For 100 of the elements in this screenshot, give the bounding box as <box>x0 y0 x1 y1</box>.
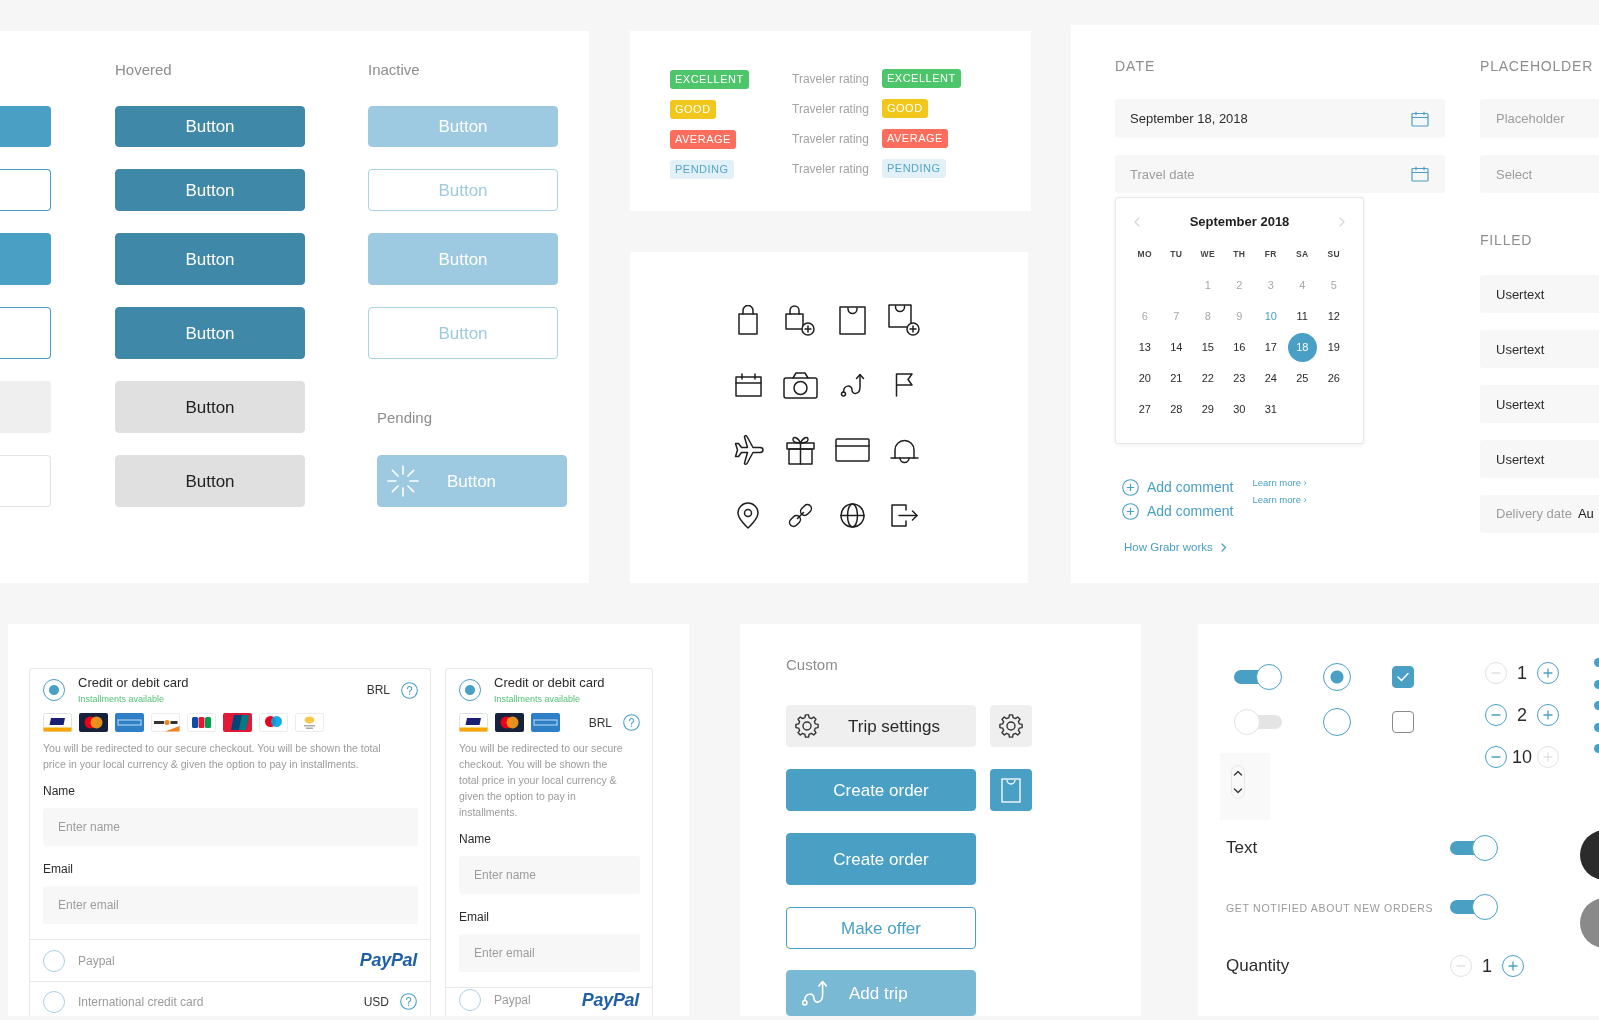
calendar-day[interactable]: 11 <box>1287 302 1317 331</box>
rating-badge: EXCELLENT <box>882 68 961 88</box>
input-field[interactable]: Enter name <box>43 808 418 846</box>
rating-badge: GOOD <box>670 100 716 119</box>
rating-badge: PENDING <box>670 160 734 179</box>
select-field[interactable]: Select <box>1480 155 1599 193</box>
calendar-day[interactable]: 25 <box>1287 364 1317 393</box>
credit-card-icon <box>834 438 870 463</box>
calendar-day[interactable]: 21 <box>1161 364 1191 393</box>
plus-icon <box>1543 752 1553 762</box>
section-heading: Custom <box>786 657 838 673</box>
date-field[interactable]: Travel date <box>1115 155 1445 193</box>
calendar-day[interactable]: 26 <box>1319 364 1349 393</box>
text-field[interactable]: Usertext <box>1480 385 1599 423</box>
plus-button[interactable] <box>1537 704 1559 726</box>
calendar-icon <box>1411 166 1429 182</box>
calendar-day[interactable]: 13 <box>1130 333 1160 362</box>
radio-button[interactable] <box>1323 708 1351 736</box>
chevron-left-icon[interactable] <box>1134 217 1140 227</box>
radio-button[interactable] <box>43 949 65 972</box>
calendar-day[interactable]: 30 <box>1224 395 1254 424</box>
radio-button[interactable] <box>459 679 481 701</box>
toggle-switch[interactable] <box>1234 708 1282 736</box>
calendar-day[interactable]: 15 <box>1193 333 1223 362</box>
calendar-day[interactable]: 17 <box>1256 333 1286 362</box>
date-field[interactable]: September 18, 2018 <box>1115 99 1445 138</box>
link-icon <box>786 501 814 529</box>
input-field[interactable]: Enter email <box>43 886 418 924</box>
demo-button[interactable]: Button <box>115 307 305 359</box>
calendar-title: September 2018 <box>1189 213 1290 232</box>
text-field[interactable]: Usertext <box>1480 330 1599 368</box>
text-field[interactable]: Usertext <box>1480 275 1599 313</box>
demo-button[interactable]: Button <box>115 233 305 285</box>
calendar-day[interactable]: 31 <box>1256 395 1286 424</box>
input-field[interactable]: Enter name <box>459 856 640 894</box>
calendar-day[interactable]: 24 <box>1256 364 1286 393</box>
radio-button[interactable] <box>459 989 481 1011</box>
plus-button[interactable] <box>1502 955 1524 977</box>
calendar-day[interactable]: 20 <box>1130 364 1160 393</box>
calendar-day[interactable]: 16 <box>1224 333 1254 362</box>
shopping-bag-icon <box>1001 777 1021 803</box>
column-heading: Inactive <box>368 61 420 79</box>
weekday-label: SA <box>1296 248 1309 260</box>
exit-icon <box>890 504 918 528</box>
calendar-day[interactable]: 22 <box>1193 364 1223 393</box>
option-title: Credit or debit card <box>78 675 189 690</box>
card-logo-icon <box>115 713 144 732</box>
demo-button[interactable]: Button <box>115 106 305 147</box>
map-pin-icon <box>737 501 759 529</box>
calendar-day[interactable]: 28 <box>1161 395 1191 424</box>
field-label: Delivery date <box>1496 505 1572 524</box>
action-button[interactable]: Trip settings <box>786 705 976 747</box>
rating-caption: Traveler rating <box>792 72 869 86</box>
text-field[interactable]: Delivery date Au <box>1480 495 1599 533</box>
input-field[interactable]: Enter email <box>459 934 640 972</box>
text-field[interactable]: Placeholder <box>1480 99 1599 138</box>
payment-description: You will be redirected to our secure checkout. You will be shown the total price in your local currency & given the option to pay in installments. <box>43 741 382 772</box>
currency-label: BRL <box>588 714 612 732</box>
radio-button[interactable] <box>1323 663 1351 691</box>
quantity-value: 1 <box>1516 662 1528 684</box>
rating-caption: Traveler rating <box>792 132 869 146</box>
toggle-switch[interactable] <box>1450 893 1498 921</box>
demo-button[interactable]: Button <box>115 455 305 507</box>
icon-button[interactable] <box>990 705 1032 747</box>
calendar-day[interactable]: 29 <box>1193 395 1223 424</box>
toggle-switch[interactable] <box>1450 834 1498 862</box>
calendar-day[interactable]: 19 <box>1319 333 1349 362</box>
demo-button[interactable]: Button <box>115 169 305 211</box>
weekday-label: MO <box>1137 248 1152 260</box>
calendar-day[interactable]: 27 <box>1130 395 1160 424</box>
toggle-switch[interactable] <box>1234 663 1282 691</box>
up-down-arrows-icon <box>1231 765 1245 799</box>
radio-button[interactable] <box>43 679 65 701</box>
calendar-day[interactable]: 14 <box>1161 333 1191 362</box>
radio-button[interactable] <box>43 990 65 1013</box>
tote-bag-icon <box>838 305 866 335</box>
minus-button[interactable] <box>1485 704 1507 726</box>
rating-badge: EXCELLENT <box>670 70 749 89</box>
weekday-label: WE <box>1200 248 1215 260</box>
text-field[interactable]: Usertext <box>1480 440 1599 478</box>
field-label: Name <box>43 784 75 798</box>
chevron-right-icon[interactable] <box>1339 217 1345 227</box>
checkbox[interactable] <box>1392 711 1414 733</box>
bag-plus-icon <box>785 304 815 336</box>
setting-label: Quantity <box>1226 956 1290 976</box>
calendar-day[interactable]: 23 <box>1224 364 1254 393</box>
demo-button[interactable]: Button <box>115 381 305 433</box>
demo-button[interactable] <box>0 169 51 211</box>
camera-icon <box>782 371 818 399</box>
demo-button[interactable] <box>0 307 51 359</box>
checkbox[interactable] <box>1392 666 1414 688</box>
plus-button[interactable] <box>1537 662 1559 684</box>
column-heading: Hovered <box>115 61 172 79</box>
calendar-day[interactable]: 12 <box>1319 302 1349 331</box>
minus-button[interactable] <box>1485 746 1507 768</box>
option-label: Paypal <box>78 952 115 970</box>
card-logo-icon <box>223 713 252 732</box>
section-heading: FILLED <box>1480 232 1533 248</box>
tote-bag-plus-icon <box>888 304 920 336</box>
plus-icon <box>1543 668 1553 678</box>
